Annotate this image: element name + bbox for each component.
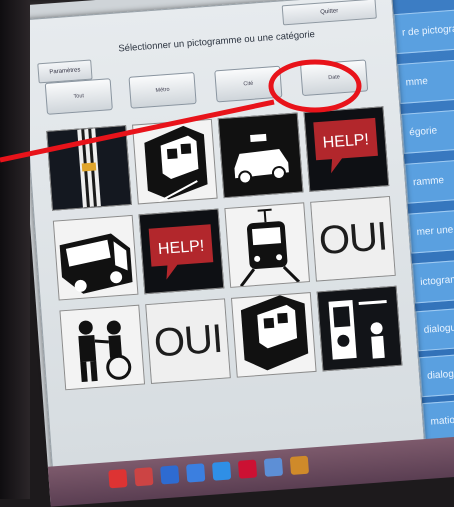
help-text: HELP! (157, 238, 204, 258)
side-menu-item[interactable]: dialogue p (418, 349, 454, 398)
dialog-title: Sélectionner un pictogramme ou une catég… (118, 29, 316, 55)
oui-text: OUI (311, 197, 395, 281)
monitor-bezel-left (0, 0, 30, 499)
category-button-city[interactable]: Cité (214, 65, 283, 103)
assistance-staff-icon[interactable] (59, 304, 146, 391)
side-menu-item[interactable]: ictogramme( (411, 255, 454, 304)
pictogram-dialog: Paramètres Quitter Sélectionner un picto… (19, 0, 426, 471)
side-menu-item[interactable]: mation (422, 395, 454, 444)
taskbar-app-icon[interactable] (237, 459, 258, 479)
taskbar-app-icon[interactable] (186, 463, 206, 483)
taskbar-app-icon[interactable] (134, 467, 154, 487)
oui-word[interactable]: OUI (310, 195, 396, 282)
taskbar-app-icon[interactable] (211, 461, 232, 481)
category-button-all[interactable]: Tout (44, 78, 113, 115)
taxi-icon[interactable] (217, 112, 304, 199)
side-menu-item[interactable]: égorie (400, 106, 454, 154)
side-menu-item[interactable]: mme (397, 56, 454, 104)
side-menu-item[interactable]: dialogue (415, 303, 454, 352)
category-button-date[interactable]: Date (300, 59, 369, 97)
quit-button[interactable]: Quitter (281, 0, 377, 26)
help-bubble-icon[interactable]: HELP! (303, 106, 390, 192)
side-menu-item[interactable]: mer une ou (408, 205, 454, 254)
taskbar-app-icon[interactable] (108, 469, 128, 489)
platform-tracks-icon[interactable] (46, 125, 132, 211)
category-button-metro[interactable]: Métro (128, 71, 197, 109)
touch-screen: r de pictogram mme égorie ramme mer une … (14, 0, 454, 507)
taskbar-app-icon[interactable] (160, 465, 180, 485)
metro-station-icon[interactable] (230, 292, 317, 378)
taskbar-app-icon[interactable] (289, 455, 310, 475)
metro-station-icon[interactable] (132, 118, 218, 205)
oui-text: OUI (146, 299, 230, 383)
pictogram-grid: HELP! HELP! OUI OUI (46, 106, 408, 440)
help-text: HELP! (322, 131, 369, 151)
tram-icon[interactable] (224, 202, 311, 288)
help-bubble-icon[interactable]: HELP! (138, 208, 225, 295)
side-menu-item[interactable]: r de pictogram (393, 6, 454, 55)
taskbar-app-icon[interactable] (263, 457, 284, 477)
oui-word[interactable]: OUI (145, 298, 231, 384)
bus-icon[interactable] (52, 214, 139, 301)
side-menu-item[interactable]: ramme (404, 155, 454, 204)
ticket-gate-icon[interactable] (316, 285, 403, 372)
